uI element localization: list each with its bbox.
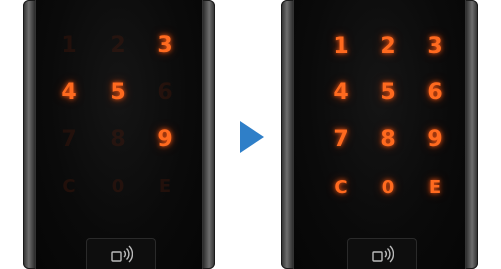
key-8[interactable]: 8 — [98, 122, 138, 156]
key-9[interactable]: 9 — [415, 122, 455, 156]
key-6[interactable]: 6 — [415, 75, 455, 109]
key-0[interactable]: 0 — [98, 169, 138, 203]
contactless-card-icon — [372, 245, 394, 263]
key-c[interactable]: C — [49, 169, 89, 203]
key-c[interactable]: C — [321, 170, 361, 204]
arrow-right-icon — [240, 121, 264, 153]
key-2[interactable]: 2 — [98, 28, 138, 62]
card-reader-pad-after — [347, 238, 417, 269]
key-3[interactable]: 3 — [145, 28, 185, 62]
key-3[interactable]: 3 — [415, 29, 455, 63]
keypad-device-after: 123 456 789 C0E — [281, 0, 478, 269]
key-1[interactable]: 1 — [49, 28, 89, 62]
key-5[interactable]: 5 — [98, 75, 138, 109]
key-4[interactable]: 4 — [321, 75, 361, 109]
key-0[interactable]: 0 — [368, 170, 408, 204]
key-9[interactable]: 9 — [145, 122, 185, 156]
key-7[interactable]: 7 — [49, 122, 89, 156]
keypad-panel-before: 123 456 789 C0E — [35, 0, 203, 269]
contactless-card-icon — [111, 245, 133, 263]
key-4[interactable]: 4 — [49, 75, 89, 109]
key-1[interactable]: 1 — [321, 29, 361, 63]
key-7[interactable]: 7 — [321, 122, 361, 156]
key-6[interactable]: 6 — [145, 75, 185, 109]
key-e[interactable]: E — [415, 170, 455, 204]
key-8[interactable]: 8 — [368, 122, 408, 156]
card-reader-pad-before — [86, 238, 156, 269]
key-e[interactable]: E — [145, 169, 185, 203]
keypad-device-before: 123 456 789 C0E — [23, 0, 215, 269]
key-5[interactable]: 5 — [368, 75, 408, 109]
keypad-panel-after: 123 456 789 C0E — [293, 0, 466, 269]
key-2[interactable]: 2 — [368, 29, 408, 63]
